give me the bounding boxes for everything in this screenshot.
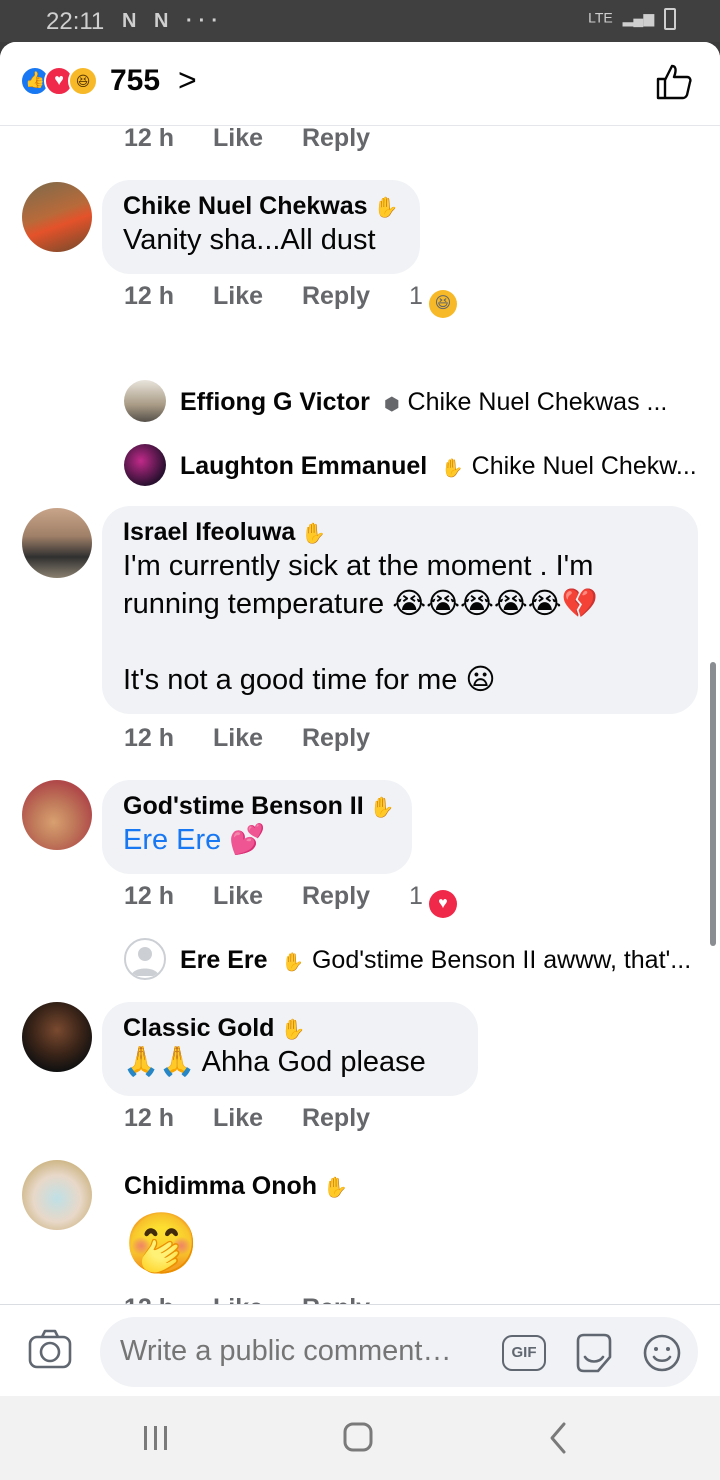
reaction-count[interactable]: 1 bbox=[409, 882, 423, 910]
like-outline-icon[interactable] bbox=[654, 62, 694, 102]
haha-icon: 😆 bbox=[68, 66, 98, 96]
reply-author: Effiong G Victor bbox=[180, 388, 370, 416]
comment-time: 12 h bbox=[124, 724, 175, 752]
reply-link[interactable]: Reply bbox=[302, 124, 370, 152]
reply-author: Ere Ere bbox=[180, 946, 268, 974]
shield-badge-icon: ⬢ bbox=[383, 394, 400, 414]
comment-body: Chidimma Onoh ✋ 🤭 bbox=[124, 1172, 348, 1281]
reactions-header: 👍 ♥ 😆 755 > bbox=[0, 42, 720, 126]
like-link[interactable]: Like bbox=[213, 282, 263, 310]
haha-icon: 😆 bbox=[428, 290, 457, 318]
comment-input-pill[interactable]: GIF bbox=[100, 1317, 698, 1387]
comments-sheet: 👍 ♥ 😆 755 > 12 h Like Reply Chike Nuel C… bbox=[0, 42, 720, 1396]
fan-badge-icon: ✋ bbox=[441, 458, 464, 478]
comment-author[interactable]: Classic Gold ✋ bbox=[123, 1014, 456, 1043]
comment-actions: 12 h Like Reply bbox=[124, 124, 402, 153]
scrollbar[interactable] bbox=[710, 662, 716, 946]
comment-author[interactable]: Israel Ifeoluwa ✋ bbox=[123, 518, 676, 547]
comment-text: 🙏🙏 Ahha God please bbox=[123, 1046, 426, 1078]
reaction-count[interactable]: 1 bbox=[409, 282, 423, 310]
avatar-placeholder[interactable] bbox=[124, 938, 166, 980]
comment-text-line: I'm currently sick at the moment . I'm bbox=[123, 550, 594, 582]
reply-link[interactable]: Reply bbox=[302, 1104, 370, 1132]
love-icon: ♥ bbox=[428, 890, 457, 918]
avatar[interactable] bbox=[22, 182, 92, 252]
comment-bubble: Israel Ifeoluwa ✋ I'm currently sick at t… bbox=[102, 506, 698, 714]
comment-bubble: God'stime Benson II ✋ Ere Ere 💕 bbox=[102, 780, 412, 874]
fan-badge-icon: ✋ bbox=[323, 1177, 348, 1199]
comment-actions: 12 h Like Reply 1 ♥ bbox=[124, 882, 489, 918]
fan-badge-icon: ✋ bbox=[369, 797, 395, 819]
status-bar: 22:11 N N ··· LTE ▂▄▆ bbox=[0, 0, 720, 42]
comment-time: 12 h bbox=[124, 882, 175, 910]
comment-text: Vanity sha...All dust bbox=[123, 224, 376, 256]
notification-icons: N N ··· bbox=[122, 10, 224, 32]
comment-actions: 12 h Like Reply bbox=[124, 724, 402, 753]
reaction-count[interactable]: 755 bbox=[110, 64, 160, 98]
emoji-icon[interactable] bbox=[642, 1333, 682, 1373]
reply-snippet: God'stime Benson II awww, that'... bbox=[311, 946, 692, 974]
comment-input[interactable] bbox=[120, 1331, 490, 1371]
comment-bubble: Classic Gold ✋ 🙏🙏 Ahha God please bbox=[102, 1002, 478, 1096]
avatar[interactable] bbox=[22, 1160, 92, 1230]
fan-badge-icon: ✋ bbox=[281, 952, 304, 972]
reply-author: Laughton Emmanuel bbox=[180, 452, 428, 480]
like-link[interactable]: Like bbox=[213, 1104, 263, 1132]
fan-badge-icon: ✋ bbox=[373, 197, 399, 219]
reply-preview[interactable]: Ere Ere ✋ God'stime Benson II awww, that'.… bbox=[180, 946, 691, 975]
reply-preview[interactable]: Laughton Emmanuel ✋ Chike Nuel Chekw... bbox=[180, 452, 697, 481]
system-nav-bar bbox=[0, 1396, 720, 1480]
back-icon[interactable] bbox=[538, 1418, 582, 1458]
comment-time: 12 h bbox=[124, 282, 175, 310]
comment-actions: 12 h Like Reply 1 😆 bbox=[124, 282, 489, 318]
comment-mention[interactable]: Ere Ere 💕 bbox=[123, 821, 390, 859]
signal-icon: ▂▄▆ bbox=[622, 9, 655, 26]
comment-author[interactable]: God'stime Benson II ✋ bbox=[123, 792, 395, 821]
reply-preview[interactable]: Effiong G Victor ⬢ Chike Nuel Chekwas ... bbox=[180, 388, 667, 417]
comment-author[interactable]: Chike Nuel Chekwas ✋ bbox=[123, 192, 398, 221]
sticker-icon[interactable] bbox=[572, 1331, 616, 1375]
comment-author[interactable]: Chidimma Onoh ✋ bbox=[124, 1172, 348, 1201]
reply-link[interactable]: Reply bbox=[302, 882, 370, 910]
battery-icon bbox=[664, 8, 676, 30]
like-link[interactable]: Like bbox=[213, 124, 263, 152]
avatar[interactable] bbox=[22, 508, 92, 578]
fan-badge-icon: ✋ bbox=[280, 1019, 306, 1041]
reply-link[interactable]: Reply bbox=[302, 724, 370, 752]
reply-snippet: Chike Nuel Chekw... bbox=[471, 452, 697, 480]
fan-badge-icon: ✋ bbox=[301, 523, 327, 545]
like-link[interactable]: Like bbox=[213, 882, 263, 910]
comment-actions: 12 h Like Reply bbox=[124, 1104, 402, 1133]
chevron-right-icon[interactable]: > bbox=[178, 62, 197, 99]
reply-snippet: Chike Nuel Chekwas ... bbox=[407, 388, 668, 416]
recent-apps-icon[interactable] bbox=[134, 1418, 178, 1458]
home-icon[interactable] bbox=[336, 1418, 380, 1458]
avatar[interactable] bbox=[124, 444, 166, 486]
camera-icon[interactable] bbox=[28, 1329, 72, 1369]
comment-time: 12 h bbox=[124, 124, 175, 152]
gif-button[interactable]: GIF bbox=[502, 1335, 546, 1371]
comment-time: 12 h bbox=[124, 1104, 175, 1132]
comment-text-line: It's not a good time for me 😦 bbox=[123, 664, 496, 696]
avatar[interactable] bbox=[22, 1002, 92, 1072]
avatar[interactable] bbox=[22, 780, 92, 850]
comment-composer: GIF bbox=[0, 1304, 720, 1396]
like-link[interactable]: Like bbox=[213, 724, 263, 752]
comment-emoji: 🤭 bbox=[124, 1210, 199, 1277]
status-time: 22:11 bbox=[46, 8, 105, 35]
lte-label: LTE bbox=[588, 9, 613, 26]
reply-link[interactable]: Reply bbox=[302, 282, 370, 310]
comment-text-line: running temperature 😭😭😭😭😭💔 bbox=[123, 588, 598, 620]
status-right: LTE ▂▄▆ bbox=[588, 8, 676, 30]
avatar[interactable] bbox=[124, 380, 166, 422]
comment-bubble: Chike Nuel Chekwas ✋ Vanity sha...All dus… bbox=[102, 180, 421, 274]
